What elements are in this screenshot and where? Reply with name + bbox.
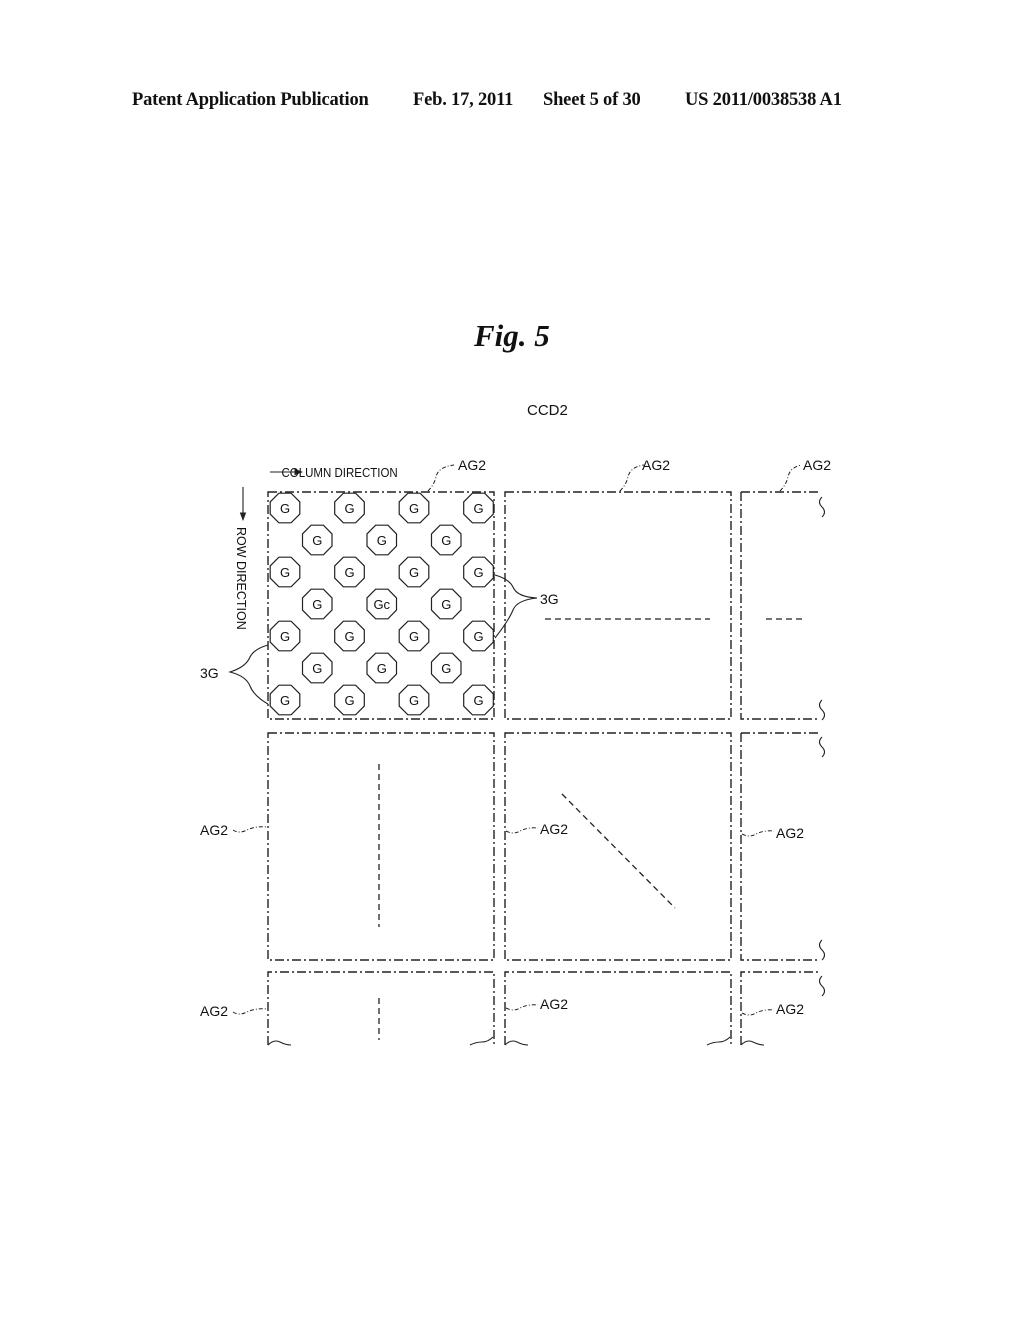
area-label-leader: [427, 464, 455, 492]
cell: G: [398, 620, 430, 652]
cell-label: G: [377, 661, 387, 676]
area-box-middle-left: [267, 732, 495, 961]
cell-label: G: [344, 501, 354, 516]
cell: G: [463, 684, 494, 716]
area-box-top-right: [740, 491, 820, 720]
group-brace: [227, 644, 269, 705]
break-mark: [818, 496, 826, 518]
area-label-leader: [232, 1008, 268, 1015]
break-mark: [818, 699, 826, 721]
area-label: AG2: [200, 822, 228, 838]
cell-label: G: [377, 533, 387, 548]
break-mark: [469, 1036, 494, 1046]
cell: G: [366, 524, 398, 556]
cell: G: [269, 620, 301, 652]
cell-array: G G G G G G G G G G G G Gc G G G G G G G G G G G G: [269, 492, 494, 716]
cell: G: [398, 492, 430, 524]
figure-diagram: COLUMN DIRECTION ROW DIRECTION G G G GG …: [200, 457, 831, 1046]
cell-label: G: [344, 693, 354, 708]
area-labels: AG2 AG2 AG2 AG2 AG2 AG2 AG2 AG2 AG2: [200, 457, 831, 1019]
cell-label: G: [441, 533, 451, 548]
cell: G: [269, 556, 301, 588]
column-direction-label: COLUMN DIRECTION: [282, 466, 398, 481]
area-box-top-middle: [504, 491, 732, 720]
break-mark: [818, 939, 826, 961]
cell-label: G: [409, 565, 419, 580]
cell-label: G: [473, 693, 483, 708]
area-label: AG2: [776, 1001, 804, 1017]
area-label: AG2: [200, 1003, 228, 1019]
cell-label: G: [280, 565, 290, 580]
cell-label: G: [409, 501, 419, 516]
cell: G: [301, 652, 333, 684]
area-box-bottom-left: [267, 971, 495, 1045]
cell-label: G: [409, 693, 419, 708]
cell-label: G: [344, 565, 354, 580]
break-mark: [818, 736, 826, 758]
cell-label: G: [280, 629, 290, 644]
cell: G: [269, 684, 301, 716]
row-direction-label: ROW DIRECTION: [234, 527, 248, 630]
cell-label: G: [473, 629, 483, 644]
cell-label: G: [312, 533, 322, 548]
cell-label: G: [280, 501, 290, 516]
cell: G: [301, 588, 333, 620]
continuation-line-diagonal: [561, 793, 676, 909]
cell: G: [334, 620, 365, 652]
cell-label: G: [473, 565, 483, 580]
cell: G: [269, 492, 301, 524]
cell-label: G: [441, 597, 451, 612]
cell: G: [463, 492, 494, 524]
area-label-leader: [741, 1009, 775, 1016]
area-label-leader: [232, 826, 268, 833]
cell-label: Gc: [373, 597, 390, 612]
break-mark: [267, 1040, 292, 1046]
cell-label: G: [473, 501, 483, 516]
area-label-leader: [619, 464, 645, 492]
area-label-leader: [505, 827, 539, 834]
area-label: AG2: [458, 457, 486, 473]
cell: G: [366, 652, 398, 684]
break-mark: [504, 1040, 529, 1046]
cell: G: [334, 556, 365, 588]
cell: G: [398, 684, 430, 716]
area-label-leader: [741, 830, 775, 837]
cell: G: [463, 556, 494, 588]
area-box-bottom-middle: [504, 971, 732, 1045]
row-direction-indicator: ROW DIRECTION: [234, 487, 248, 630]
area-label: AG2: [540, 996, 568, 1012]
break-mark: [818, 975, 826, 997]
center-cell: Gc: [366, 588, 398, 620]
cell: G: [463, 620, 494, 652]
column-direction-indicator: COLUMN DIRECTION: [270, 466, 398, 481]
cell: G: [334, 492, 365, 524]
area-box-middle-middle: [504, 732, 732, 961]
cell: G: [334, 684, 365, 716]
cell-label: G: [441, 661, 451, 676]
cell: G: [398, 556, 430, 588]
cell-label: G: [280, 693, 290, 708]
cell-label: G: [409, 629, 419, 644]
cell: G: [430, 588, 462, 620]
break-mark: [706, 1036, 731, 1046]
cell: G: [430, 524, 462, 556]
cell-label: G: [344, 629, 354, 644]
group-label-left: 3G: [200, 665, 219, 681]
area-label-leader: [779, 464, 803, 492]
cell-label: G: [312, 597, 322, 612]
cell: G: [301, 524, 333, 556]
cell: G: [430, 652, 462, 684]
cell-label: G: [312, 661, 322, 676]
area-box-middle-right: [740, 732, 820, 961]
area-label: AG2: [642, 457, 670, 473]
area-label: AG2: [803, 457, 831, 473]
group-label-right: 3G: [540, 591, 559, 607]
area-label: AG2: [776, 825, 804, 841]
break-mark: [740, 1040, 765, 1046]
area-label: AG2: [540, 821, 568, 837]
group-brace: [494, 574, 538, 639]
area-label-leader: [505, 1004, 539, 1011]
